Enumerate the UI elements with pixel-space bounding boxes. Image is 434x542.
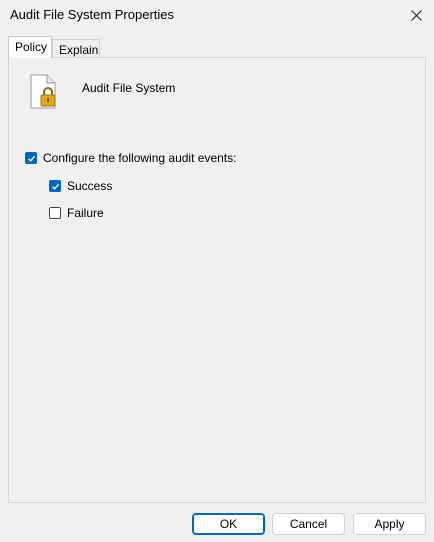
- policy-name: Audit File System: [82, 81, 176, 95]
- checkbox-box[interactable]: [25, 152, 37, 164]
- close-button[interactable]: [398, 0, 434, 30]
- window-title: Audit File System Properties: [10, 7, 175, 22]
- document-lock-icon: [30, 74, 56, 109]
- tab-policy[interactable]: Policy: [8, 36, 52, 58]
- configure-audit-events-checkbox[interactable]: Configure the following audit events:: [25, 151, 236, 165]
- apply-button[interactable]: Apply: [353, 513, 426, 535]
- ok-button[interactable]: OK: [192, 513, 265, 535]
- policy-panel: Audit File System Configure the followin…: [8, 57, 426, 503]
- checkbox-box[interactable]: [49, 207, 61, 219]
- check-icon: [27, 155, 35, 162]
- checkbox-label: Failure: [67, 206, 104, 220]
- success-checkbox[interactable]: Success: [49, 179, 112, 193]
- title-bar: Audit File System Properties: [0, 0, 434, 32]
- failure-checkbox[interactable]: Failure: [49, 206, 104, 220]
- tab-explain[interactable]: Explain: [52, 39, 100, 58]
- close-icon: [410, 9, 422, 21]
- check-icon: [51, 183, 59, 190]
- cancel-button[interactable]: Cancel: [272, 513, 345, 535]
- checkbox-label: Success: [67, 179, 113, 193]
- checkbox-box[interactable]: [49, 180, 61, 192]
- checkbox-label: Configure the following audit events:: [43, 151, 237, 165]
